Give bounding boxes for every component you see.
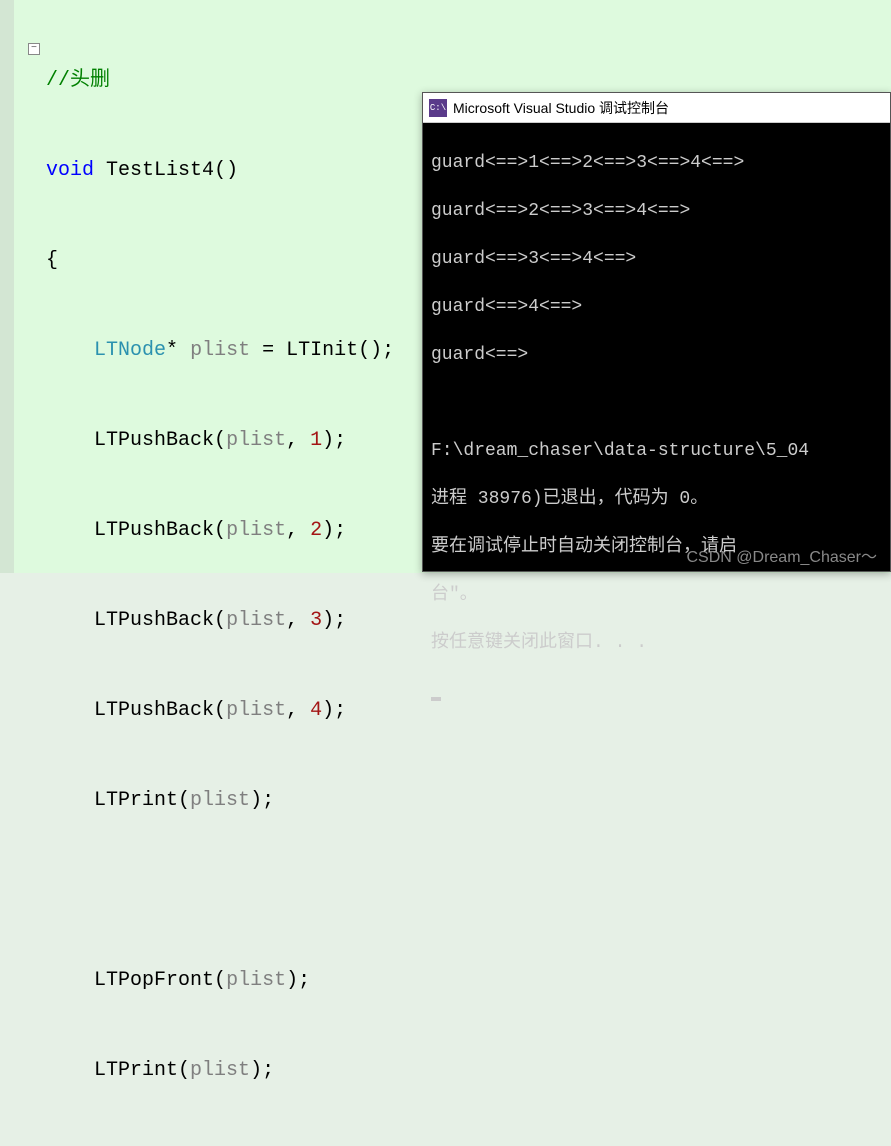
num-4: 4 [310, 699, 322, 722]
type-ltnode: LTNode [94, 339, 166, 362]
console-titlebar[interactable]: C:\ Microsoft Visual Studio 调试控制台 [423, 93, 890, 123]
num-1: 1 [310, 429, 322, 452]
cursor-icon [431, 697, 441, 701]
var-plist: plist [190, 339, 250, 362]
func-popfront: LTPopFront [94, 969, 214, 992]
console-output: guard<==>1<==>2<==>3<==>4<==> guard<==>2… [423, 123, 890, 755]
output-line: guard<==>1<==>2<==>3<==>4<==> [431, 151, 882, 175]
console-window[interactable]: C:\ Microsoft Visual Studio 调试控制台 guard<… [422, 92, 891, 572]
output-line: guard<==> [431, 343, 882, 367]
num-3: 3 [310, 609, 322, 632]
fold-icon[interactable]: − [28, 43, 40, 55]
console-icon: C:\ [429, 99, 447, 117]
open-brace: { [46, 249, 58, 272]
output-tai: 台"。 [431, 583, 882, 607]
num-2: 2 [310, 519, 322, 542]
output-exit: 进程 38976)已退出，代码为 0。 [431, 487, 882, 511]
output-anykey: 按任意键关闭此窗口. . . [431, 631, 882, 655]
editor-gutter [0, 0, 14, 573]
func-pushback: LTPushBack [94, 429, 214, 452]
output-line: guard<==>3<==>4<==> [431, 247, 882, 271]
output-line: guard<==>4<==> [431, 295, 882, 319]
keyword-void: void [46, 159, 94, 182]
func-ltinit: LTInit [286, 339, 358, 362]
output-line: guard<==>2<==>3<==>4<==> [431, 199, 882, 223]
func-name: TestList4 [106, 159, 214, 182]
comment: //头删 [46, 69, 110, 92]
watermark: CSDN @Dream_Chaser～ [686, 543, 877, 567]
output-path: F:\dream_chaser\data-structure\5_04 [431, 439, 882, 463]
func-ltprint: LTPrint [94, 789, 178, 812]
console-title: Microsoft Visual Studio 调试控制台 [453, 98, 669, 118]
